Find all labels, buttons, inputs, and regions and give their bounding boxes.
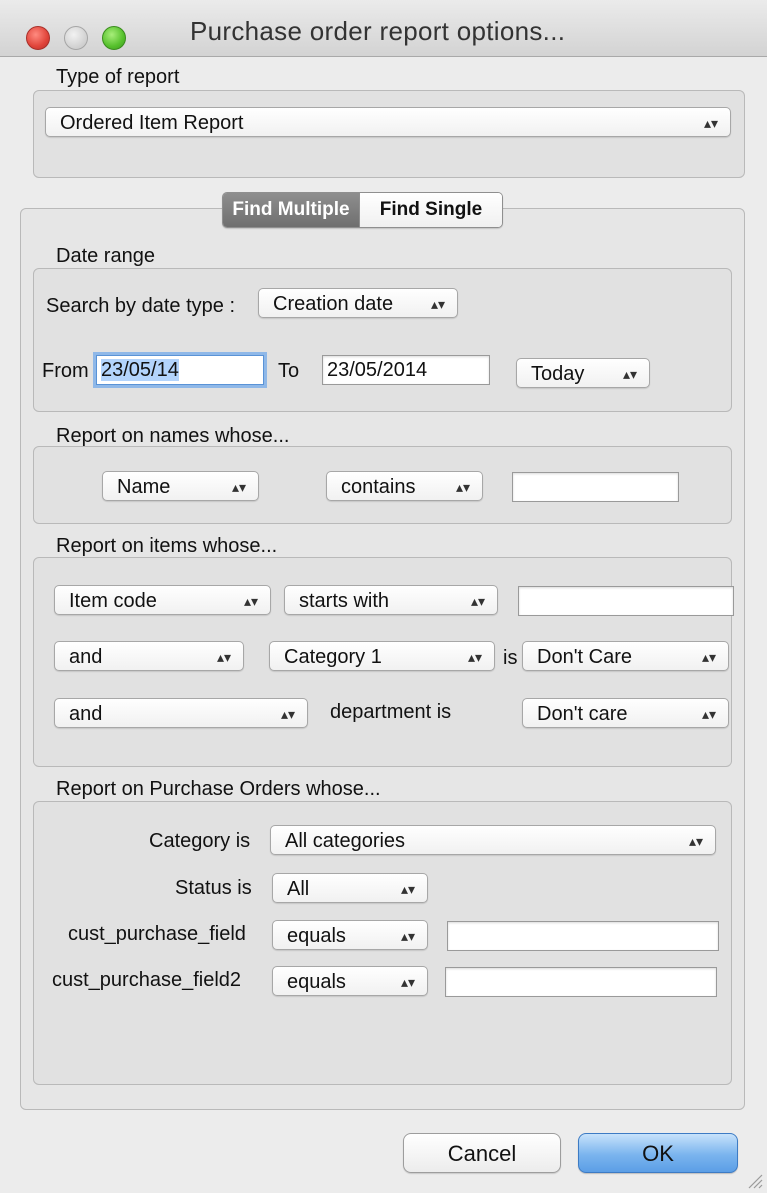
updown-arrow-icon: ▴▾	[400, 974, 415, 990]
updown-arrow-icon: ▴▾	[400, 928, 415, 944]
date-preset-value: Today	[531, 363, 585, 385]
title-bar: Purchase order report options...	[0, 0, 767, 57]
updown-arrow-icon: ▴▾	[470, 593, 485, 609]
item-value-field[interactable]	[518, 586, 734, 616]
cust-field-operator-value: equals	[287, 925, 346, 947]
to-date-value: 23/05/2014	[327, 359, 428, 381]
updown-arrow-icon: ▴▾	[688, 833, 703, 849]
date-type-select[interactable]: Creation date ▴▾	[258, 288, 458, 318]
date-range-label: Date range	[56, 245, 155, 267]
to-date-field[interactable]: 23/05/2014	[322, 355, 490, 385]
type-of-report-label: Type of report	[56, 66, 180, 88]
item-field-select[interactable]: Item code ▴▾	[54, 585, 271, 615]
search-by-date-type-label: Search by date type :	[46, 295, 236, 317]
name-value-field[interactable]	[512, 472, 679, 502]
updown-arrow-icon: ▴▾	[701, 649, 716, 665]
from-date-value: 23/05/14	[101, 359, 179, 381]
names-section-label: Report on names whose...	[56, 425, 290, 447]
cancel-button[interactable]: Cancel	[403, 1133, 561, 1173]
item-conjunction-select-3[interactable]: and ▴▾	[54, 698, 308, 728]
updown-arrow-icon: ▴▾	[701, 706, 716, 722]
date-type-value: Creation date	[273, 293, 394, 315]
updown-arrow-icon: ▴▾	[455, 479, 470, 495]
item-field-value: Item code	[69, 590, 157, 612]
date-preset-select[interactable]: Today ▴▾	[516, 358, 650, 388]
name-operator-select[interactable]: contains ▴▾	[326, 471, 483, 501]
updown-arrow-icon: ▴▾	[430, 296, 445, 312]
zoom-window-icon[interactable]	[102, 26, 126, 50]
tab-find-single[interactable]: Find Single	[359, 193, 502, 227]
to-label: To	[278, 360, 300, 382]
po-category-select[interactable]: All categories ▴▾	[270, 825, 716, 855]
is-label: is	[503, 647, 518, 669]
from-label: From	[42, 360, 89, 382]
item-operator-value: starts with	[299, 590, 390, 612]
cust-field-operator-select[interactable]: equals ▴▾	[272, 920, 428, 950]
category-select[interactable]: Category 1 ▴▾	[269, 641, 495, 671]
cust-field2-value-field[interactable]	[445, 967, 717, 997]
category-value: Category 1	[284, 646, 382, 668]
item-conjunction-value-3: and	[69, 703, 103, 725]
cust-field2-operator-select[interactable]: equals ▴▾	[272, 966, 428, 996]
cust-field-value-field[interactable]	[447, 921, 719, 951]
department-value: Don't care	[537, 703, 628, 725]
name-operator-value: contains	[341, 476, 416, 498]
report-type-select[interactable]: Ordered Item Report ▴▾	[45, 107, 731, 137]
cust-field-label: cust_purchase_field	[68, 923, 246, 945]
items-section-label: Report on items whose...	[56, 535, 278, 557]
updown-arrow-icon: ▴▾	[622, 366, 637, 382]
report-type-value: Ordered Item Report	[60, 112, 244, 134]
updown-arrow-icon: ▴▾	[231, 479, 246, 495]
name-field-value: Name	[117, 476, 171, 498]
po-status-label: Status is	[175, 877, 252, 899]
item-conjunction-select-2[interactable]: and ▴▾	[54, 641, 244, 671]
po-category-value: All categories	[285, 830, 406, 852]
tab-find-multiple[interactable]: Find Multiple	[223, 193, 359, 227]
department-select[interactable]: Don't care ▴▾	[522, 698, 729, 728]
po-status-value: All	[287, 878, 310, 900]
cust-field2-label: cust_purchase_field2	[52, 969, 242, 991]
purchase-orders-section-label: Report on Purchase Orders whose...	[56, 778, 381, 800]
resize-grip-icon[interactable]	[745, 1171, 763, 1189]
close-window-icon[interactable]	[26, 26, 50, 50]
minimize-window-icon[interactable]	[64, 26, 88, 50]
ok-button[interactable]: OK	[578, 1133, 738, 1173]
item-conjunction-value-2: and	[69, 646, 103, 668]
from-date-field[interactable]: 23/05/14	[96, 355, 264, 385]
cust-field2-operator-value: equals	[287, 971, 346, 993]
updown-arrow-icon: ▴▾	[243, 593, 258, 609]
department-is-label: department is	[330, 701, 452, 723]
category-value-select[interactable]: Don't Care ▴▾	[522, 641, 729, 671]
updown-arrow-icon: ▴▾	[703, 115, 718, 131]
po-category-label: Category is	[149, 830, 251, 852]
updown-arrow-icon: ▴▾	[280, 706, 295, 722]
updown-arrow-icon: ▴▾	[467, 649, 482, 665]
search-mode-tabs: Find Multiple Find Single	[222, 192, 503, 228]
updown-arrow-icon: ▴▾	[400, 881, 415, 897]
updown-arrow-icon: ▴▾	[216, 649, 231, 665]
item-operator-select[interactable]: starts with ▴▾	[284, 585, 498, 615]
po-status-select[interactable]: All ▴▾	[272, 873, 428, 903]
name-field-select[interactable]: Name ▴▾	[102, 471, 259, 501]
category-value-value: Don't Care	[537, 646, 632, 668]
window-title: Purchase order report options...	[190, 16, 566, 46]
